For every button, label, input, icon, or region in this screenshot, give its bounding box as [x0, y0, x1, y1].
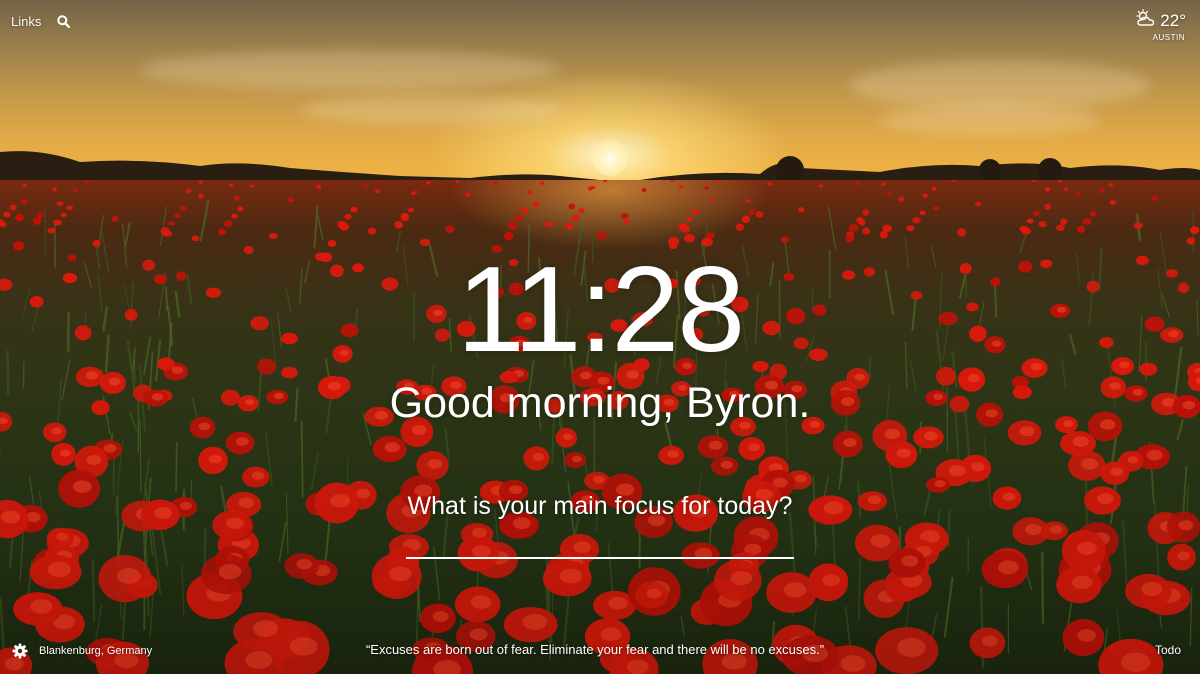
search-icon[interactable] — [57, 15, 71, 28]
weather-location: AUSTIN — [1152, 33, 1185, 42]
greeting[interactable]: Good morning, Byron. — [0, 377, 1200, 429]
temperature: 22° — [1160, 10, 1186, 30]
daily-quote[interactable]: “Excuses are born out of fear. Eliminate… — [0, 642, 1190, 657]
todo-button[interactable]: Todo — [1155, 643, 1181, 657]
focus-prompt: What is your main focus for today? — [407, 492, 793, 520]
focus-input[interactable] — [406, 526, 794, 559]
clock[interactable]: 11:28 — [0, 242, 1200, 376]
top-left-widgets: Links — [11, 14, 71, 29]
partly-cloudy-icon — [1135, 9, 1157, 32]
momentum-new-tab-page: Links 22° AUSTIN 11:28 Good morning, Byr… — [0, 0, 1200, 674]
weather-widget[interactable]: 22° AUSTIN — [1135, 9, 1186, 42]
links-button[interactable]: Links — [11, 14, 41, 29]
